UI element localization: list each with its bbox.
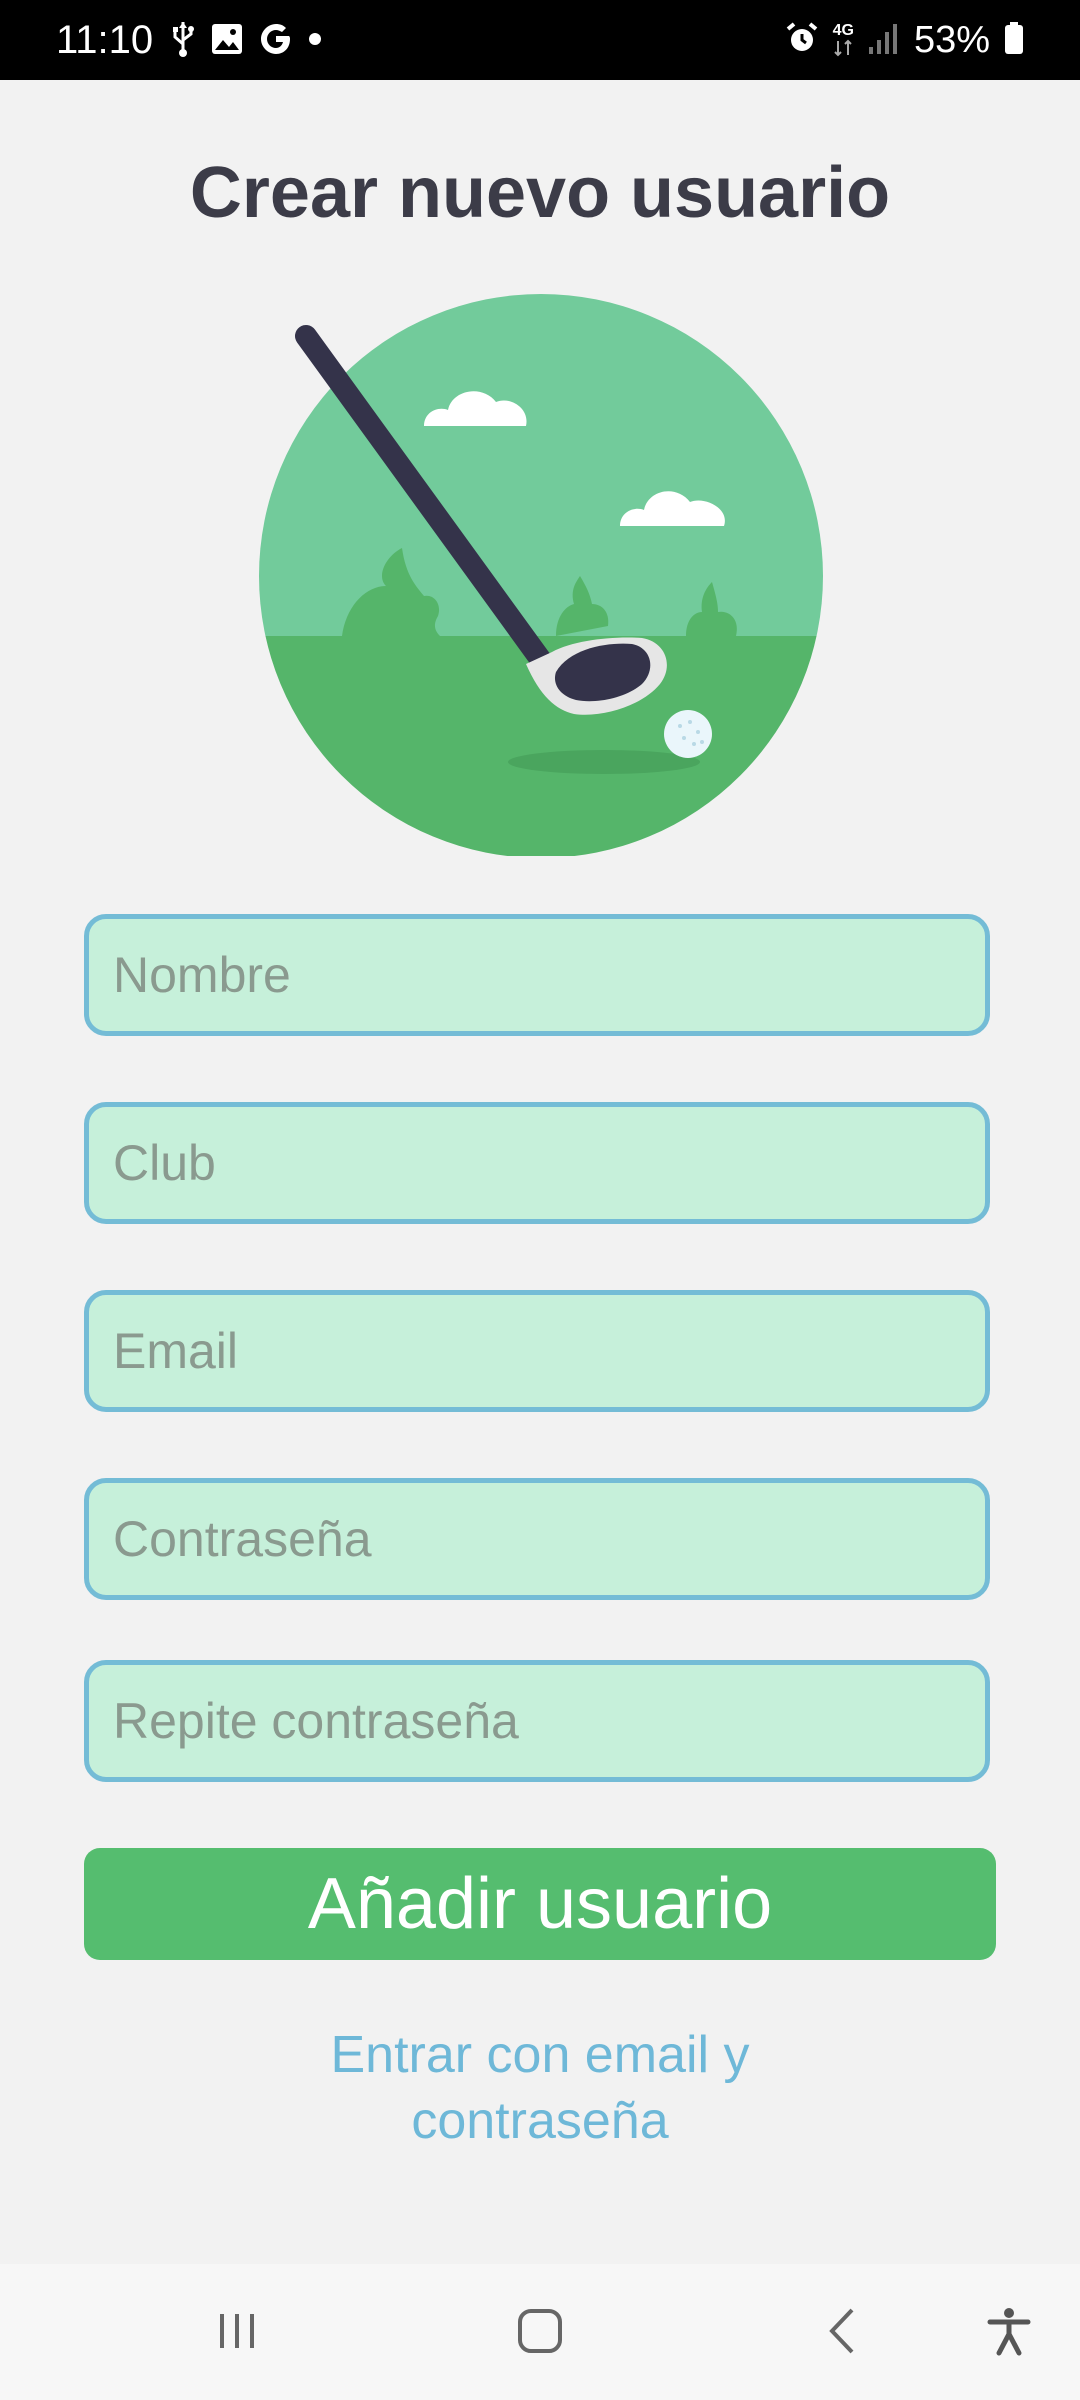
accessibility-button[interactable] <box>974 2298 1044 2368</box>
image-icon <box>210 22 244 61</box>
club-field-container <box>84 1102 990 1224</box>
nombre-field[interactable] <box>89 919 985 1031</box>
page-title: Crear nuevo usuario <box>189 153 891 233</box>
golf-club-illustration <box>256 286 826 858</box>
nombre-field-container <box>84 914 990 1036</box>
repeat-password-field[interactable] <box>89 1665 985 1777</box>
usb-icon <box>170 20 196 63</box>
password-field[interactable] <box>89 1483 985 1595</box>
google-icon <box>258 21 294 62</box>
battery-percentage: 53% <box>913 19 990 61</box>
dot-icon <box>308 32 322 51</box>
alarm-icon <box>785 21 819 60</box>
status-bar: 11:10 4G 53% <box>0 0 1080 80</box>
add-user-button[interactable]: Añadir usuario <box>84 1848 996 1960</box>
recent-apps-icon <box>212 2306 262 2361</box>
system-nav-bar <box>0 2264 1080 2400</box>
status-left-icons <box>170 18 322 64</box>
home-button[interactable] <box>505 2298 575 2368</box>
email-field[interactable] <box>89 1295 985 1407</box>
recent-apps-button[interactable] <box>202 2298 272 2368</box>
home-icon <box>515 2306 565 2361</box>
password-field-container <box>84 1478 990 1600</box>
accessibility-icon <box>984 2306 1034 2361</box>
club-field[interactable] <box>89 1107 985 1219</box>
signal-icon <box>868 21 900 60</box>
email-field-container <box>84 1290 990 1412</box>
status-right-icons: 4G 53% <box>785 16 1024 64</box>
network-type: 4G <box>833 23 854 57</box>
repeat-password-field-container <box>84 1660 990 1782</box>
login-with-email-link[interactable]: Entrar con email y contraseña <box>240 2022 840 2154</box>
status-time: 11:10 <box>56 18 154 62</box>
battery-icon <box>1004 21 1024 60</box>
back-icon <box>818 2306 868 2361</box>
back-button[interactable] <box>808 2298 878 2368</box>
